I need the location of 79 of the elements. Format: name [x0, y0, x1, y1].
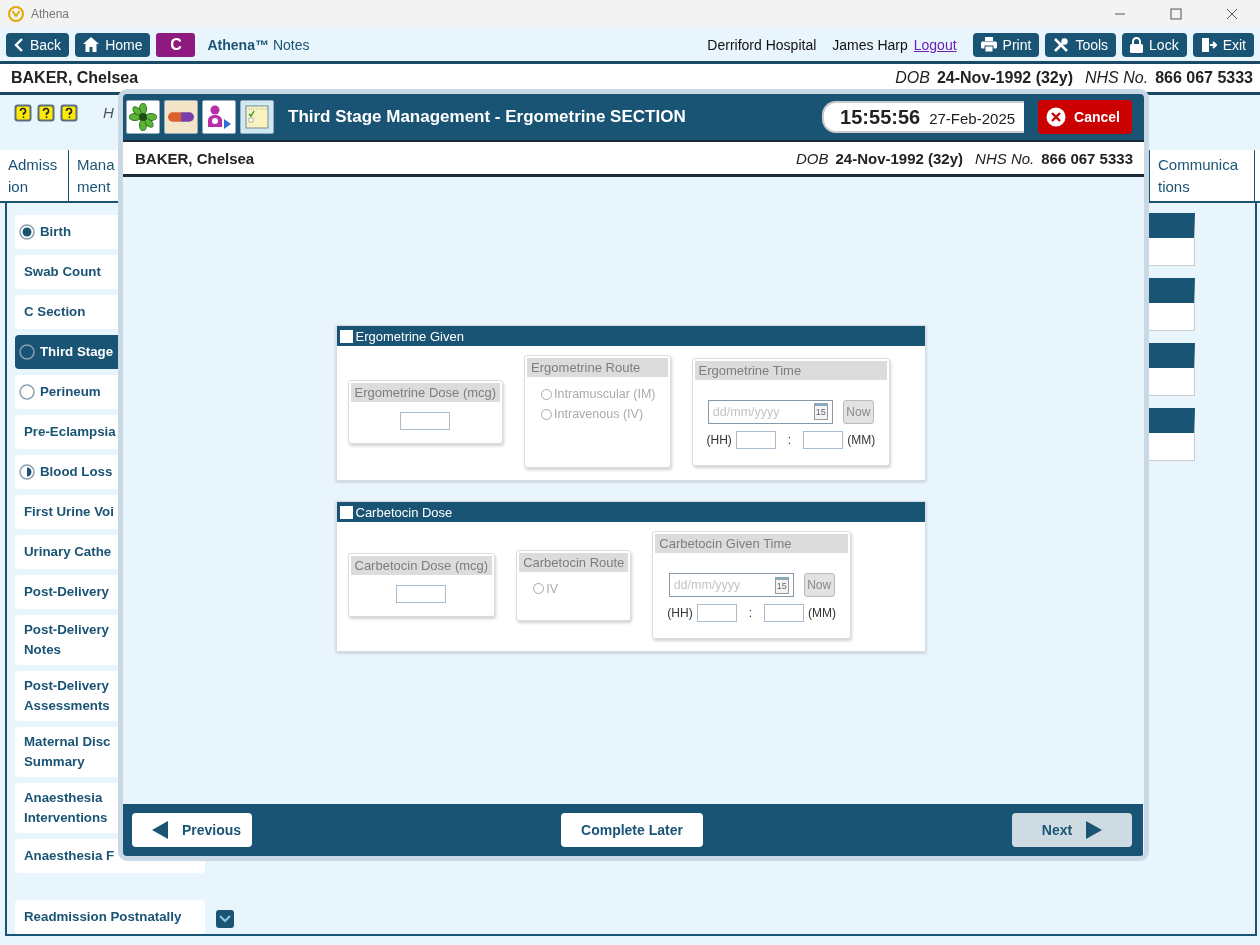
section-checkbox[interactable] — [339, 329, 353, 343]
section-title: Carbetocin Dose — [355, 504, 453, 520]
section-checkbox[interactable] — [339, 505, 353, 519]
lock-icon — [1130, 36, 1144, 53]
close-icon[interactable] — [1226, 8, 1238, 20]
help-home-icon[interactable] — [37, 104, 55, 122]
nhs-label: NHS No. — [975, 149, 1035, 167]
nhs-label: NHS No. — [1085, 69, 1149, 87]
group-title: Ergometrine Time — [694, 360, 888, 380]
time-separator: : — [787, 432, 792, 447]
minute-label: (MM) — [808, 606, 836, 620]
date-placeholder: dd/mm/yyyy — [712, 404, 780, 419]
triangle-right-icon — [1086, 821, 1103, 839]
patient-name: BAKER, Chelsea — [11, 69, 139, 87]
patient-name: BAKER, Chelsea — [135, 149, 255, 167]
chevron-down-icon — [219, 915, 231, 923]
group-title: Carbetocin Given Time — [655, 534, 848, 553]
flower-button[interactable] — [126, 100, 160, 134]
app-subtitle: Notes — [272, 36, 310, 53]
scroll-down-button[interactable] — [216, 910, 234, 928]
cancel-button[interactable]: Cancel — [1038, 100, 1132, 134]
app-badge[interactable]: C — [156, 32, 196, 57]
sidebar-item[interactable]: Readmission Postnatally — [15, 900, 205, 934]
dob-label: DOB — [795, 149, 829, 167]
empty-circle-icon — [19, 344, 35, 360]
tab[interactable]: Communica tions — [1149, 150, 1255, 201]
flower-icon — [129, 103, 157, 131]
group-title: Ergometrine Route — [527, 358, 668, 377]
person-arrow-icon — [205, 103, 233, 131]
info-text: H — [103, 104, 114, 121]
capsule-button[interactable] — [164, 100, 198, 134]
nhs-value: 866 067 5333 — [1041, 149, 1133, 167]
clock-date: 27-Feb-2025 — [929, 110, 1016, 127]
exit-door-icon — [1200, 36, 1217, 53]
triangle-left-icon — [152, 821, 168, 839]
print-button[interactable]: Print — [972, 32, 1040, 57]
app-name: Athena™ — [207, 36, 269, 53]
group-title: Ergometrine Dose (mcg) — [350, 382, 501, 402]
maximize-icon[interactable] — [1170, 8, 1182, 20]
tools-button[interactable]: Tools — [1045, 32, 1117, 57]
printer-icon — [980, 37, 997, 52]
time-separator: : — [748, 606, 752, 620]
chevron-left-icon — [14, 37, 24, 52]
home-icon — [83, 37, 100, 52]
logout-link[interactable]: Logout — [913, 36, 957, 53]
lock-button[interactable]: Lock — [1122, 32, 1187, 57]
group-title: Carbetocin Route — [519, 552, 629, 572]
half-circle-icon — [19, 464, 35, 480]
filled-circle-icon — [19, 224, 35, 240]
dob-value: 24-Nov-1992 (32y) — [835, 149, 964, 167]
hour-label: (HH) — [667, 606, 693, 620]
notepad-icon — [243, 103, 271, 131]
dob-label: DOB — [895, 69, 930, 87]
help-list-icon[interactable] — [14, 104, 32, 122]
home-button[interactable]: Home — [75, 32, 151, 57]
user-name: James Harp — [832, 36, 908, 53]
nhs-value: 866 067 5333 — [1155, 69, 1253, 87]
dialog-title: Third Stage Management - Ergometrine SECTION — [288, 107, 686, 127]
hospital-name: Derriford Hospital — [707, 36, 817, 53]
wrench-screwdriver-icon — [1053, 36, 1070, 53]
window-title: Athena — [31, 7, 70, 21]
minute-label: (MM) — [847, 432, 876, 447]
exit-button[interactable]: Exit — [1192, 32, 1254, 57]
notepad-button[interactable] — [240, 100, 274, 134]
hour-label: (HH) — [706, 432, 732, 447]
previous-button[interactable]: Previous — [132, 813, 252, 847]
empty-circle-icon — [19, 384, 35, 400]
date-placeholder: dd/mm/yyyy — [673, 578, 741, 592]
section-title: Ergometrine Given — [355, 328, 464, 344]
back-button[interactable]: Back — [6, 32, 70, 57]
close-icon — [1046, 107, 1067, 127]
later-button[interactable]: Complete Later — [561, 813, 703, 847]
person-arrow-button[interactable] — [202, 100, 236, 134]
group-title: Carbetocin Dose (mcg) — [350, 556, 493, 575]
dob-value: 24-Nov-1992 (32y) — [936, 69, 1073, 87]
app-logo-icon — [8, 6, 24, 22]
help-icon[interactable] — [60, 104, 78, 122]
clock-time: 15:55:56 — [840, 106, 921, 129]
capsule-icon — [168, 112, 194, 122]
